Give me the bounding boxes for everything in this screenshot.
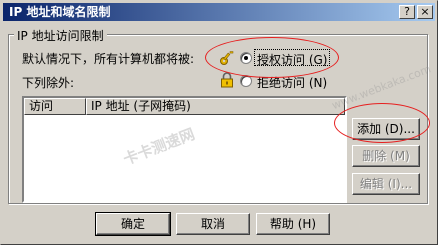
ok-button[interactable]: 确定: [95, 212, 171, 236]
help-button[interactable]: 帮助 (H): [256, 213, 330, 235]
lock-icon: [221, 72, 233, 88]
group-legend: IP 地址访问限制: [14, 27, 107, 44]
annotation-ellipse-grant: [205, 37, 339, 78]
annotation-ellipse-add: [334, 103, 430, 143]
cancel-button[interactable]: 取消: [176, 213, 250, 235]
default-access-label: 默认情况下，所有计算机都将被:: [22, 52, 195, 66]
ip-exception-list[interactable]: 访问 IP 地址 (子网掩码): [22, 96, 347, 203]
window-title: IP 地址和域名限制: [9, 5, 111, 19]
column-header-access[interactable]: 访问: [24, 98, 86, 115]
remove-button[interactable]: 删除 (M): [352, 145, 420, 167]
close-title-button[interactable]: ×: [417, 5, 433, 19]
column-header-ip[interactable]: IP 地址 (子网掩码): [86, 98, 345, 115]
help-title-button[interactable]: ?: [399, 5, 415, 19]
title-bar[interactable]: IP 地址和域名限制: [3, 3, 435, 21]
edit-button[interactable]: 编辑 (I)...: [352, 173, 420, 195]
exceptions-label: 下列除外:: [22, 76, 75, 90]
